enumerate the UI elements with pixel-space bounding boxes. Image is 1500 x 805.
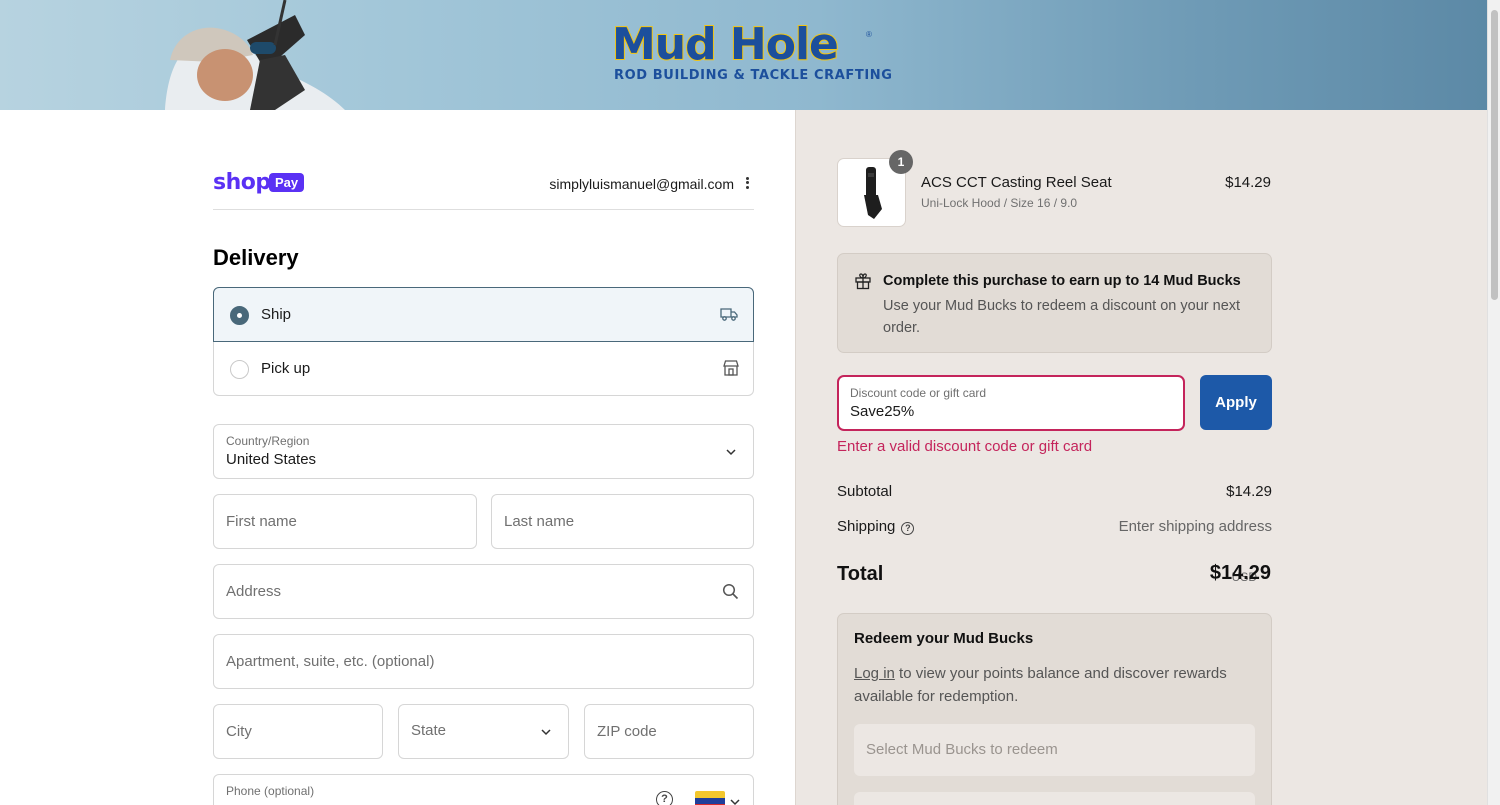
subtotal-label: Subtotal <box>837 483 893 500</box>
redeem-title: Redeem your Mud Bucks <box>854 630 1034 647</box>
first-name-placeholder: First name <box>226 513 297 530</box>
apply-discount-button[interactable]: Apply <box>1200 375 1272 430</box>
state-placeholder: State <box>411 722 447 739</box>
redeem-description: Log in to view your points balance and d… <box>854 662 1249 708</box>
delivery-heading: Delivery <box>213 245 299 270</box>
chevron-down-icon <box>730 799 740 805</box>
shop-pay-badge: Pay <box>269 173 305 192</box>
address-field[interactable]: Address <box>213 564 754 619</box>
search-icon <box>722 583 739 600</box>
country-value: United States <box>226 451 317 468</box>
checkout-form: shop Pay simplyluismanuel@gmail.com Deli… <box>0 110 795 805</box>
pickup-label: Pick up <box>261 360 311 377</box>
store-banner: Mud Hole ® ROD BUILDING & TACKLE CRAFTIN… <box>0 0 1487 110</box>
logo-tagline: ROD BUILDING & TACKLE CRAFTING <box>614 68 893 83</box>
zip-field[interactable]: ZIP code <box>584 704 754 759</box>
discount-value: Save25% <box>850 403 915 420</box>
pickup-radio[interactable] <box>230 360 249 379</box>
phone-field[interactable]: Phone (optional) ? <box>213 774 754 805</box>
earn-rewards-banner: Complete this purchase to earn up to 14 … <box>837 253 1272 353</box>
delivery-option-pickup[interactable]: Pick up <box>214 342 755 396</box>
shipping-row: Shipping? Enter shipping address <box>837 518 1272 535</box>
phone-label: Phone (optional) <box>226 784 315 798</box>
country-flag-icon[interactable] <box>695 791 725 805</box>
page-scrollbar[interactable] <box>1487 0 1500 805</box>
help-icon[interactable]: ? <box>901 522 915 535</box>
ship-radio[interactable] <box>230 306 249 325</box>
discount-label: Discount code or gift card <box>850 386 987 400</box>
city-field[interactable]: City <box>213 704 383 759</box>
store-icon <box>723 360 739 376</box>
subtotal-row: Subtotal $14.29 <box>837 483 1272 500</box>
address-placeholder: Address <box>226 583 282 600</box>
ship-label: Ship <box>261 306 292 323</box>
country-label: Country/Region <box>226 434 310 448</box>
login-link[interactable]: Log in <box>854 665 895 682</box>
shipping-value: Enter shipping address <box>1118 518 1272 535</box>
total-amount: $14.29 <box>1209 562 1271 584</box>
shop-logo: shop <box>213 170 271 195</box>
angler-photo <box>165 0 345 110</box>
earn-title: Complete this purchase to earn up to 14 … <box>883 273 1241 289</box>
city-placeholder: City <box>226 723 252 740</box>
earn-description: Use your Mud Bucks to redeem a discount … <box>883 298 1241 336</box>
product-price: $14.29 <box>1225 174 1271 191</box>
country-select[interactable]: Country/Region United States <box>213 424 754 479</box>
discount-code-input[interactable]: Discount code or gift card Save25% <box>837 375 1185 431</box>
scrollbar-thumb[interactable] <box>1491 10 1498 300</box>
logo-wordmark: Mud Hole <box>611 19 840 71</box>
more-options-icon[interactable] <box>744 175 750 191</box>
apartment-placeholder: Apartment, suite, etc. (optional) <box>226 653 435 670</box>
product-name: ACS CCT Casting Reel Seat <box>921 174 1112 191</box>
gift-icon <box>855 273 871 290</box>
shipping-label: Shipping <box>837 518 896 535</box>
quantity-badge: 1 <box>889 150 913 174</box>
order-summary: 1 ACS CCT Casting Reel Seat Uni-Lock Hoo… <box>795 110 1487 805</box>
redeem-text: to view your points balance and discover… <box>854 665 1227 705</box>
chevron-down-icon <box>541 729 551 736</box>
redeem-select-placeholder: Select Mud Bucks to redeem <box>866 741 1058 758</box>
redeem-rewards-panel: Redeem your Mud Bucks Log in to view you… <box>837 613 1272 805</box>
first-name-field[interactable]: First name <box>213 494 477 549</box>
delivery-option-ship[interactable]: Ship <box>213 287 754 342</box>
shop-pay-account-row: shop Pay simplyluismanuel@gmail.com <box>213 170 754 210</box>
total-label: Total <box>837 563 884 585</box>
reel-seat-image <box>864 167 882 219</box>
delivery-method-group: Ship Pick up <box>213 287 754 396</box>
apartment-field[interactable]: Apartment, suite, etc. (optional) <box>213 634 754 689</box>
redeem-apply-button[interactable] <box>854 792 1255 805</box>
last-name-field[interactable]: Last name <box>491 494 754 549</box>
account-email: simplyluismanuel@gmail.com <box>549 176 734 192</box>
product-variant: Uni-Lock Hood / Size 16 / 9.0 <box>921 196 1078 210</box>
mud-hole-logo[interactable]: Mud Hole ® ROD BUILDING & TACKLE CRAFTIN… <box>611 19 892 90</box>
discount-error-message: Enter a valid discount code or gift card <box>837 438 1093 455</box>
truck-icon <box>720 308 738 321</box>
chevron-down-icon <box>726 449 736 456</box>
state-select[interactable]: State <box>398 704 569 759</box>
redeem-select[interactable]: Select Mud Bucks to redeem <box>854 724 1255 776</box>
subtotal-value: $14.29 <box>1226 483 1272 500</box>
help-icon[interactable]: ? <box>656 791 673 805</box>
zip-placeholder: ZIP code <box>597 723 657 740</box>
last-name-placeholder: Last name <box>504 513 575 530</box>
